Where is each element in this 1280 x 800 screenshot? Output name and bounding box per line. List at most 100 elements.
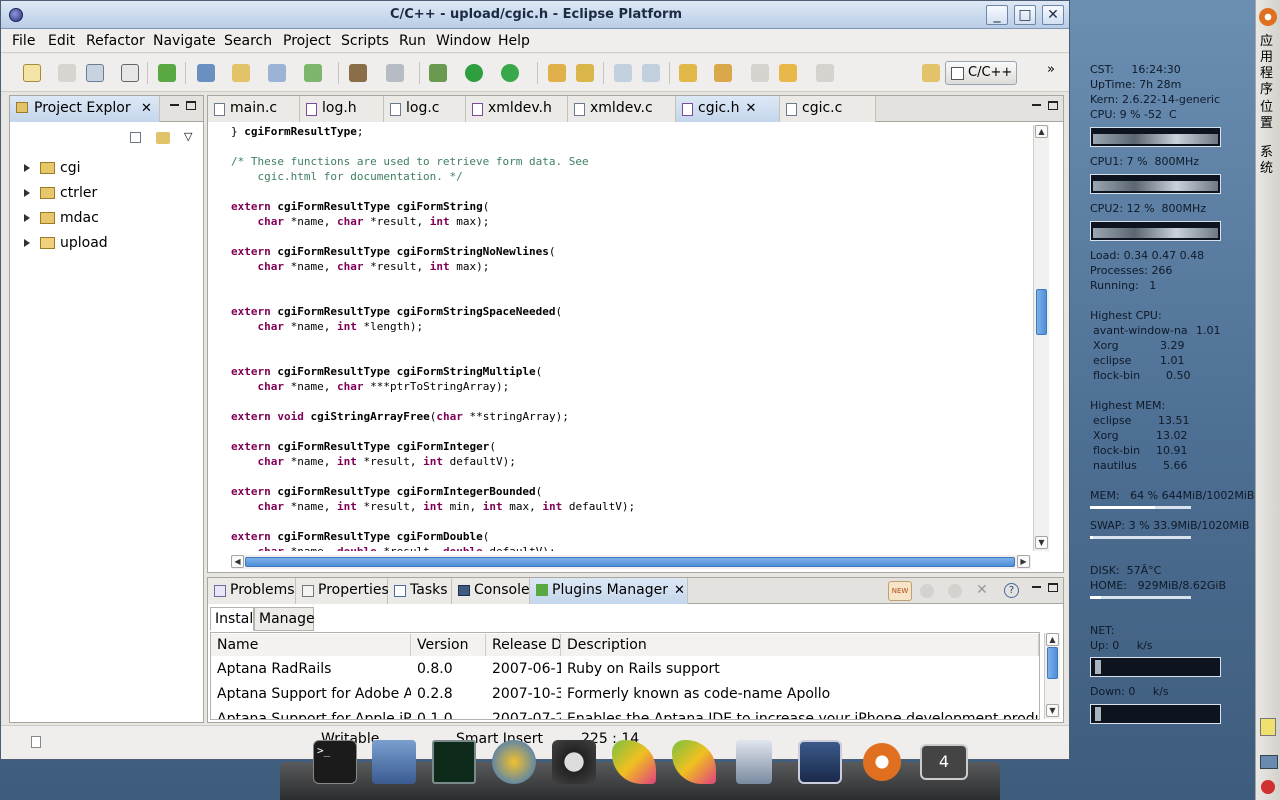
table-vertical-scrollbar[interactable]: ▲ ▼ xyxy=(1044,633,1060,719)
project-item-cgi[interactable]: cgi xyxy=(24,158,80,178)
print-icon[interactable] xyxy=(86,64,104,82)
system-menu[interactable]: 系统 xyxy=(1260,145,1276,177)
search-icon[interactable] xyxy=(576,64,594,82)
delete-icon[interactable]: ✕ xyxy=(976,582,988,598)
menu-project[interactable]: Project xyxy=(283,33,331,49)
workspace-switcher[interactable]: 4 xyxy=(920,744,968,780)
network-icon[interactable] xyxy=(1260,755,1278,769)
table-row[interactable]: Aptana Support for Adobe AIR 0.2.8 2007-… xyxy=(211,682,1040,706)
forward-icon[interactable] xyxy=(816,64,834,82)
project-item-mdac[interactable]: mdac xyxy=(24,208,99,228)
tux-icon[interactable] xyxy=(1260,718,1276,736)
menu-refactor[interactable]: Refactor xyxy=(86,33,145,49)
scroll-down-icon[interactable]: ▼ xyxy=(1035,536,1048,549)
scroll-left-icon[interactable]: ◀ xyxy=(231,555,244,568)
maximize-view-icon[interactable] xyxy=(1048,101,1058,110)
plugin-icon[interactable] xyxy=(158,64,176,82)
tab-xmldev-h[interactable]: xmldev.h xyxy=(466,96,568,122)
power-icon[interactable] xyxy=(1261,780,1275,794)
close-icon[interactable]: ✕ xyxy=(141,101,152,116)
desktop-icon[interactable] xyxy=(798,740,842,784)
tab-log-h[interactable]: log.h xyxy=(300,96,384,122)
minimize-view-icon[interactable] xyxy=(1032,586,1041,588)
menu-help[interactable]: Help xyxy=(498,33,530,49)
close-icon[interactable]: ✕ xyxy=(674,583,685,598)
menu-file[interactable]: File xyxy=(12,33,35,49)
column-name[interactable]: Name xyxy=(211,634,411,656)
block-select-icon[interactable] xyxy=(642,64,660,82)
table-row[interactable]: Aptana RadRails 0.8.0 2007-06-1 Ruby on … xyxy=(211,657,1040,681)
new-file-icon[interactable] xyxy=(304,64,322,82)
scroll-up-icon[interactable]: ▲ xyxy=(1035,125,1048,138)
menu-edit[interactable]: Edit xyxy=(48,33,75,49)
project-item-upload[interactable]: upload xyxy=(24,233,108,253)
new-class-icon[interactable] xyxy=(268,64,286,82)
perspective-button[interactable]: C/C++ xyxy=(945,61,1017,85)
new-icon[interactable] xyxy=(23,64,41,82)
help-icon[interactable]: ? xyxy=(1004,583,1019,598)
expand-icon[interactable] xyxy=(24,189,30,197)
expand-icon[interactable] xyxy=(24,164,30,172)
menu-run[interactable]: Run xyxy=(399,33,426,49)
maximize-view-icon[interactable] xyxy=(186,101,196,110)
minimize-view-icon[interactable] xyxy=(1032,104,1041,106)
scroll-down-icon[interactable]: ▼ xyxy=(1046,704,1059,717)
tab-tasks[interactable]: Tasks xyxy=(388,578,452,604)
tab-log-c[interactable]: log.c xyxy=(384,96,466,122)
scroll-up-icon[interactable]: ▲ xyxy=(1046,633,1059,646)
tab-xmldev-c[interactable]: xmldev.c xyxy=(568,96,676,122)
close-button[interactable]: ✕ xyxy=(1042,5,1064,25)
terminal-icon[interactable]: >_ xyxy=(313,740,357,784)
next-annotation-icon[interactable] xyxy=(679,64,697,82)
column-version[interactable]: Version xyxy=(411,634,486,656)
subtab-manage[interactable]: Manage xyxy=(254,607,315,631)
table-row[interactable]: Aptana Support for Apple iPho 0.1.0 2007… xyxy=(211,707,1040,719)
tab-problems[interactable]: Problems xyxy=(208,578,296,604)
new-folder-icon[interactable] xyxy=(232,64,250,82)
debug-icon[interactable] xyxy=(429,64,447,82)
camera-icon[interactable] xyxy=(552,740,596,784)
back-icon[interactable] xyxy=(779,64,797,82)
browser-icon[interactable] xyxy=(492,740,536,784)
editor-horizontal-scrollbar[interactable]: ◀ ▶ xyxy=(231,555,1031,569)
code-editor[interactable]: } cgiFormResultType; /* These functions a… xyxy=(223,125,1031,551)
tab-plugins-manager[interactable]: Plugins Manager ✕ xyxy=(530,578,688,604)
save-icon[interactable] xyxy=(58,64,76,82)
tab-cgic-h[interactable]: cgic.h ✕ xyxy=(676,96,780,122)
minimize-view-icon[interactable] xyxy=(170,104,179,106)
add-icon[interactable] xyxy=(920,584,934,598)
last-edit-icon[interactable] xyxy=(751,64,769,82)
new-plugins-icon[interactable]: NEW xyxy=(888,581,912,601)
view-menu-icon[interactable]: ▽ xyxy=(184,130,192,143)
ubuntu-icon[interactable] xyxy=(860,740,904,784)
menu-navigate[interactable]: Navigate xyxy=(153,33,216,49)
menu-scripts[interactable]: Scripts xyxy=(341,33,389,49)
project-item-ctrler[interactable]: ctrler xyxy=(24,183,97,203)
prev-annotation-icon[interactable] xyxy=(714,64,732,82)
remove-icon[interactable] xyxy=(948,584,962,598)
scroll-thumb[interactable] xyxy=(1036,289,1047,335)
run-icon[interactable] xyxy=(465,64,483,82)
column-release-date[interactable]: Release D xyxy=(486,634,561,656)
scroll-thumb[interactable] xyxy=(1047,647,1058,679)
expand-icon[interactable] xyxy=(24,214,30,222)
chevron-right-icon[interactable]: » xyxy=(1047,62,1055,77)
system-monitor-icon[interactable] xyxy=(432,740,476,784)
ubuntu-logo-icon[interactable] xyxy=(1259,8,1277,26)
paragraph-icon[interactable] xyxy=(614,64,632,82)
collapse-all-icon[interactable] xyxy=(130,132,141,143)
menu-search[interactable]: Search xyxy=(224,33,272,49)
maximize-button[interactable]: □ xyxy=(1014,5,1036,25)
gear-icon[interactable] xyxy=(386,64,404,82)
applications-menu[interactable]: 应用程序 xyxy=(1260,34,1276,98)
tab-main-c[interactable]: main.c xyxy=(208,96,300,122)
horizontal-scroll-thumb[interactable] xyxy=(245,557,1015,567)
new-project-icon[interactable] xyxy=(197,64,215,82)
minimize-button[interactable]: _ xyxy=(986,5,1008,25)
binary-icon[interactable] xyxy=(121,64,139,82)
open-type-icon[interactable] xyxy=(548,64,566,82)
usb-icon[interactable] xyxy=(736,740,772,784)
tab-cgic-c[interactable]: cgic.c xyxy=(780,96,876,122)
tab-console[interactable]: Console xyxy=(452,578,530,604)
menu-window[interactable]: Window xyxy=(436,33,491,49)
